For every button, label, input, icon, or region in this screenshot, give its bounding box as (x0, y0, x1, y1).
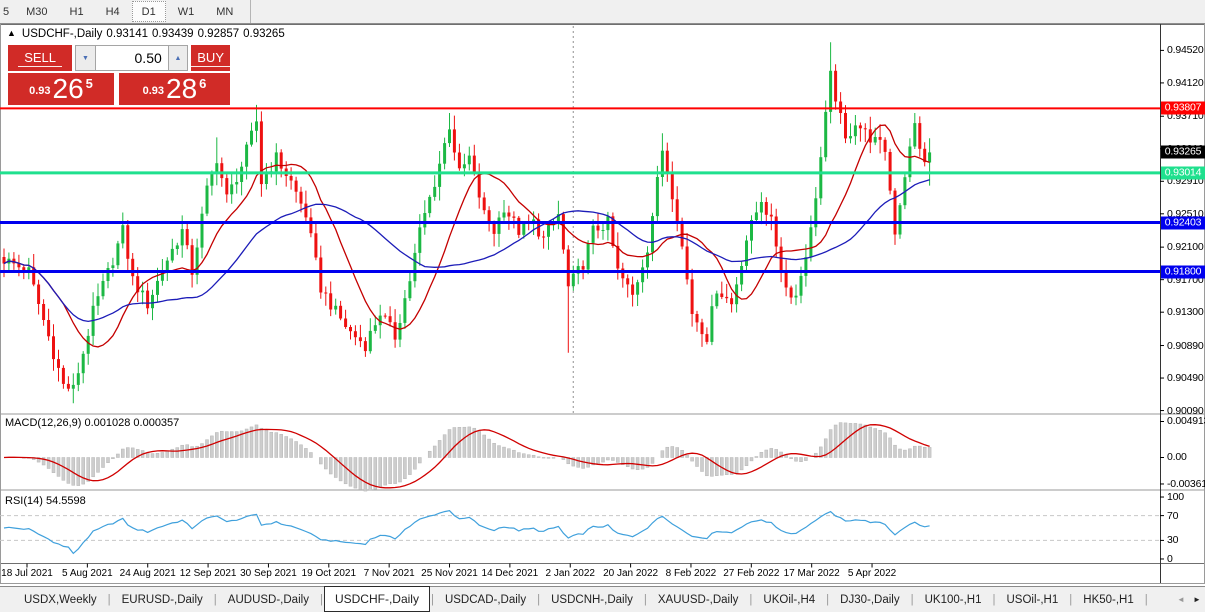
macd-header: MACD(12,26,9) 0.001028 0.000357 (5, 417, 179, 429)
buy-button-label: BUY (191, 50, 230, 67)
level-price-badge: 0.92403 (1161, 216, 1205, 229)
level-lines-layer (0, 108, 1160, 271)
ohlc-low: 0.92857 (198, 28, 240, 40)
date-label: 7 Nov 2021 (364, 568, 415, 579)
rsi-header: RSI(14) 54.5598 (5, 495, 86, 507)
tab-scroll-left-button[interactable]: ◄ (1173, 591, 1189, 609)
date-label: 20 Jan 2022 (603, 568, 658, 579)
level-price-badge: 0.93807 (1161, 102, 1205, 115)
timeframe-button-mn[interactable]: MN (206, 1, 243, 22)
timeframe-toolbar: 5M30H1H4D1W1MN (0, 0, 1205, 24)
macd-tick-label: -0.003614 (1167, 478, 1205, 490)
date-label: 30 Sep 2021 (240, 568, 297, 579)
ohlc-close: 0.93265 (243, 28, 285, 40)
tab-ukoil-h4[interactable]: UKOil-,H4 (753, 589, 825, 611)
price-tick-label: 0.90890 (1167, 340, 1204, 352)
tab-usdchf-daily[interactable]: USDCHF-,Daily (324, 586, 430, 612)
macd-tick-label: 0.00 (1167, 451, 1187, 463)
buy-price-pip: 6 (199, 76, 206, 91)
timeframe-button-m30[interactable]: M30 (16, 1, 57, 22)
rsi-tick-label: 0 (1167, 553, 1173, 565)
timeframe-button-w1[interactable]: W1 (168, 1, 205, 22)
date-label: 17 Mar 2022 (784, 568, 840, 579)
rsi-pane (0, 511, 1160, 554)
tab-usdcad-daily[interactable]: USDCAD-,Daily (435, 589, 536, 611)
tab-uk100-h1[interactable]: UK100-,H1 (915, 589, 992, 611)
date-label: 19 Oct 2021 (302, 568, 356, 579)
volume-input[interactable] (96, 45, 168, 71)
timeframe-button-h4[interactable]: H4 (96, 1, 130, 22)
collapse-chart-icon[interactable]: ▲ (7, 28, 16, 38)
buy-price-big: 28 (166, 73, 197, 105)
sell-button[interactable]: SELL (8, 45, 72, 71)
price-tick-label: 0.91300 (1167, 306, 1204, 318)
current-price-badge: 0.93265 (1161, 146, 1205, 159)
volume-increase-button[interactable]: ▲ (168, 45, 189, 71)
rsi-tick-label: 70 (1167, 510, 1178, 522)
date-label: 18 Jul 2021 (1, 568, 53, 579)
timeframe-button-5[interactable]: 5 (1, 1, 14, 22)
buy-button[interactable]: BUY (191, 45, 230, 71)
toolbar-separator (250, 0, 251, 23)
date-label: 12 Sep 2021 (180, 568, 237, 579)
tab-usdx-weekly[interactable]: USDX,Weekly (14, 589, 107, 611)
tab-scroll-right-button[interactable]: ► (1189, 591, 1205, 609)
date-label: 14 Dec 2021 (482, 568, 539, 579)
tab-audusd-daily[interactable]: AUDUSD-,Daily (218, 589, 319, 611)
sell-price-pip: 5 (86, 76, 93, 91)
price-tick-label: 0.94120 (1167, 77, 1204, 89)
price-tick-label: 0.90490 (1167, 372, 1204, 384)
buy-price-prefix: 0.93 (143, 85, 164, 97)
level-price-badge: 0.93014 (1161, 166, 1205, 179)
price-tick-label: 0.94520 (1167, 44, 1204, 56)
date-label: 2 Jan 2022 (545, 568, 595, 579)
date-label: 5 Aug 2021 (62, 568, 113, 579)
ohlc-open: 0.93141 (106, 28, 148, 40)
date-label: 24 Aug 2021 (120, 568, 176, 579)
sell-button-label: SELL (18, 50, 62, 67)
level-price-badge: 0.91800 (1161, 265, 1205, 278)
date-label: 25 Nov 2021 (421, 568, 478, 579)
macd-pane (4, 423, 931, 492)
date-label: 5 Apr 2022 (848, 568, 896, 579)
sell-price-big: 26 (53, 73, 84, 105)
chart-tabs-bar: USDX,Weekly|EURUSD-,Daily|AUDUSD-,Daily|… (0, 586, 1205, 612)
volume-decrease-button[interactable]: ▼ (75, 45, 96, 71)
tab-hk50-h1[interactable]: HK50-,H1 (1073, 589, 1144, 611)
timeframe-button-d1[interactable]: D1 (132, 1, 166, 22)
sell-price-display[interactable]: 0.93 26 5 (8, 73, 114, 105)
tab-usoil-h1[interactable]: USOil-,H1 (997, 589, 1069, 611)
tab-separator: | (1144, 594, 1149, 606)
tab-eurusd-daily[interactable]: EURUSD-,Daily (112, 589, 213, 611)
price-tick-label: 0.92100 (1167, 241, 1204, 253)
macd-tick-label: 0.004913 (1167, 415, 1205, 427)
order-panel: SELL ▼ ▲ BUY 0.93 26 5 0.93 28 6 (8, 45, 230, 105)
date-label: 8 Feb 2022 (666, 568, 717, 579)
moving-averages-layer (4, 125, 930, 347)
tab-usdcnh-daily[interactable]: USDCNH-,Daily (541, 589, 643, 611)
tab-xauusd-daily[interactable]: XAUUSD-,Daily (648, 589, 749, 611)
rsi-tick-label: 100 (1167, 491, 1184, 503)
chart-header: ▲ USDCHF-,Daily0.93141 0.93439 0.928570.932… (7, 28, 289, 40)
rsi-tick-label: 30 (1167, 534, 1178, 546)
symbol-label: USDCHF-,Daily (22, 28, 103, 40)
timeframe-button-h1[interactable]: H1 (60, 1, 94, 22)
date-label: 27 Feb 2022 (723, 568, 779, 579)
ohlc-high: 0.93439 (152, 28, 194, 40)
sell-price-prefix: 0.93 (29, 85, 50, 97)
terminal-window: 5M30H1H4D1W1MN ▲USDCHF-,Daily0.931410.93… (0, 0, 1205, 612)
tab-dj30-daily[interactable]: DJ30-,Daily (830, 589, 909, 611)
buy-price-display[interactable]: 0.93 28 6 (119, 73, 230, 105)
